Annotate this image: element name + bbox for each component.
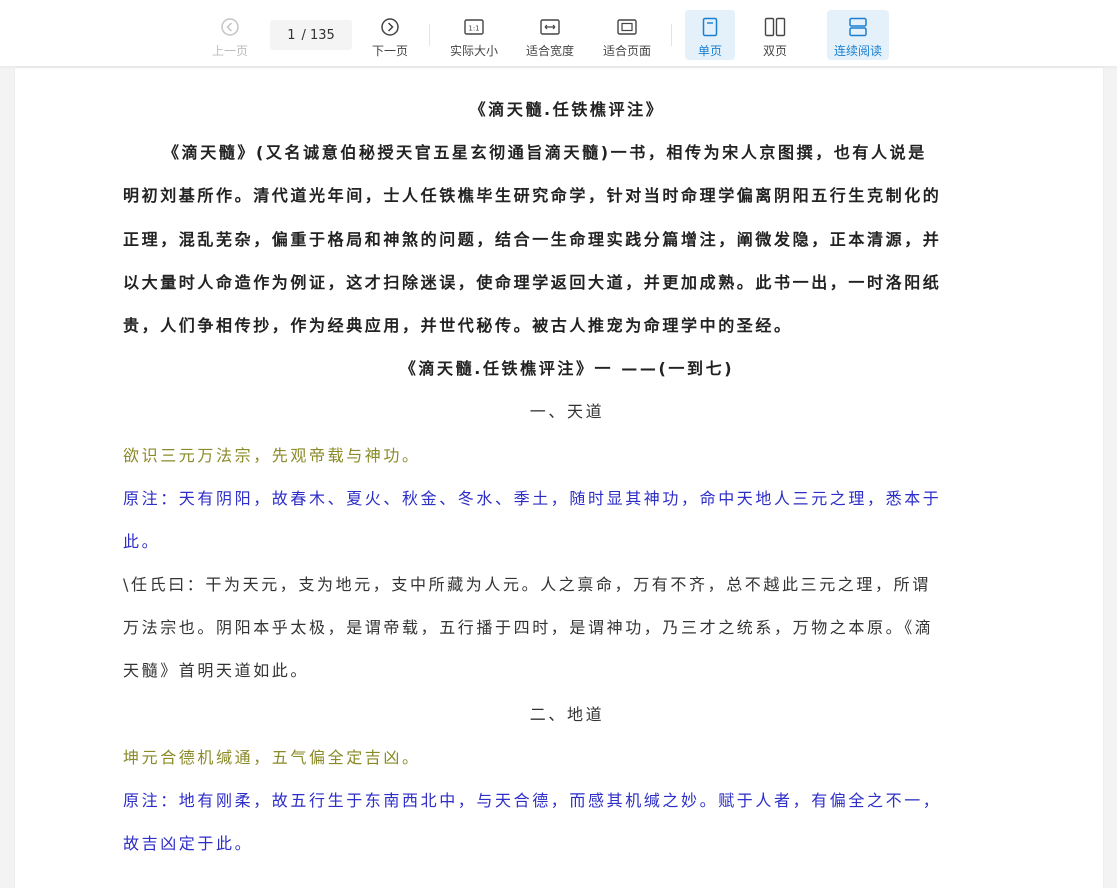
original-note-line: 此。 (123, 531, 161, 551)
svg-text:1:1: 1:1 (468, 25, 479, 33)
intro-line: 正理，混乱芜杂，偏重于格局和神煞的问题，结合一生命理实践分篇增注，阐微发隐，正本… (123, 229, 942, 249)
verse-line: 坤元合德机缄通，五气偏全定吉凶。 (123, 747, 421, 767)
original-note-line: 原注：地有刚柔，故五行生于东南西北中，与天合德，而感其机缄之妙。赋于人者，有偏全… (123, 791, 942, 810)
fit-width-icon (540, 16, 560, 38)
section-heading: 二、地道 (529, 704, 605, 724)
single-page-icon (702, 16, 718, 38)
verse-line: 欲识三元万法宗，先观帝载与神功。 (123, 445, 421, 465)
total-pages: / 135 (301, 27, 335, 43)
document-subtitle: 《滴天髓.任铁樵评注》一 ——(一到七) (399, 359, 735, 379)
prev-page-button[interactable]: 上一页 (206, 10, 254, 60)
double-page-icon (764, 16, 786, 38)
single-page-label: 单页 (697, 44, 722, 58)
original-note-line: 原注：天有阴阳，故春木、夏火、秋金、冬水、季土，随时显其神功，命中天地人三元之理… (123, 488, 942, 508)
toolbar-divider (429, 24, 430, 46)
toolbar-divider (671, 24, 672, 46)
fit-page-label: 适合页面 (602, 44, 651, 58)
one-to-one-icon: 1:1 (464, 16, 484, 38)
intro-line: 《滴天髓》(又名诚意伯秘授天官五星玄彻通旨滴天髓)一书，相传为宋人京图撰，也有人… (163, 143, 927, 163)
actual-size-label: 实际大小 (449, 44, 498, 58)
document-title: 《滴天髓.任铁樵评注》 (469, 100, 665, 119)
fit-page-icon (617, 16, 637, 38)
chevron-right-circle-icon (380, 16, 400, 38)
actual-size-button[interactable]: 1:1 实际大小 (444, 10, 504, 60)
prev-page-label: 上一页 (211, 44, 248, 58)
single-page-button[interactable]: 单页 (685, 10, 735, 60)
continuous-read-icon (848, 16, 868, 38)
intro-line: 以大量时人命造作为例证，这才扫除迷误，使命理学返回大道，并更加成熟。此书一出，一… (123, 272, 942, 292)
commentary-line: \任氏曰：干为天元，支为地元，支中所藏为人元。人之禀命，万有不齐，总不越此三元之… (123, 575, 931, 595)
commentary-line: 万法宗也。阴阳本乎太极，是谓帝载，五行播于四时，是谓神功，乃三才之统系，万物之本… (123, 618, 934, 638)
fit-width-label: 适合宽度 (525, 44, 574, 58)
document-page: 《滴天髓.任铁樵评注》 《滴天髓》(又名诚意伯秘授天官五星玄彻通旨滴天髓)一书，… (15, 68, 1103, 888)
double-page-label: 双页 (762, 44, 787, 58)
intro-line: 明初刘基所作。清代道光年间，士人任铁樵毕生研究命学，针对当时命理学偏离阴阳五行生… (123, 186, 942, 206)
current-page-input[interactable]: 1 (287, 28, 295, 43)
commentary-line: 天髓》首明天道如此。 (123, 661, 310, 681)
next-page-button[interactable]: 下一页 (366, 10, 414, 60)
next-page-label: 下一页 (371, 44, 408, 58)
continuous-read-label: 连续阅读 (833, 44, 882, 58)
page-content: 《滴天髓.任铁樵评注》 《滴天髓》(又名诚意伯秘授天官五星玄彻通旨滴天髓)一书，… (123, 88, 1011, 865)
chevron-left-circle-icon (220, 16, 240, 38)
continuous-read-button[interactable]: 连续阅读 (827, 10, 889, 60)
intro-line: 贵，人们争相传抄，作为经典应用，并世代秘传。被古人推宠为命理学中的圣经。 (123, 315, 793, 335)
page-indicator[interactable]: 1 / 135 (270, 20, 352, 50)
fit-width-button[interactable]: 适合宽度 (520, 10, 580, 60)
double-page-button[interactable]: 双页 (750, 10, 800, 60)
fit-page-button[interactable]: 适合页面 (597, 10, 657, 60)
original-note-line: 故吉凶定于此。 (123, 834, 254, 854)
viewer-toolbar: 上一页 1 / 135 下一页 1:1 实际大小 适合宽度 适合页面 单页 双页… (0, 0, 1117, 66)
section-heading: 一、天道 (529, 402, 605, 422)
